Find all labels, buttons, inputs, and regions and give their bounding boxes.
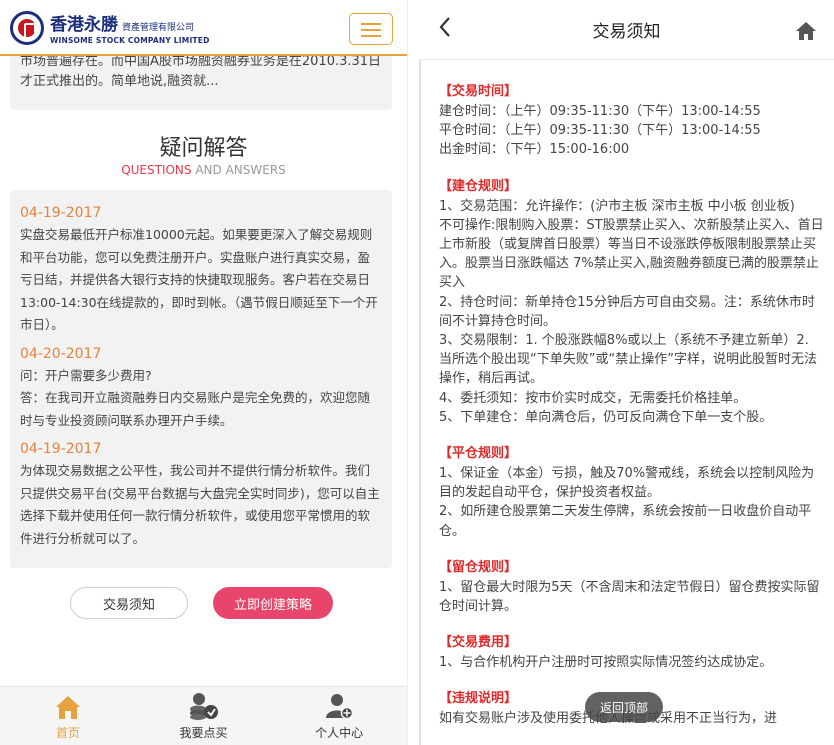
home-icon: [0, 692, 136, 720]
qa-text: 为体现交易数据之公平性，我公司并不提供行情分析软件。我们只提供交易平台(交易平台…: [20, 463, 380, 546]
create-strategy-button[interactable]: 立即创建策略: [213, 587, 333, 619]
section-line: 1、与合作机构开户注册时可按照实际情况签约达成协定。: [439, 655, 773, 671]
top-header: 香港永勝 資產管理有限公司 WINSOME STOCK COMPANY LIMIT…: [0, 0, 407, 56]
coins-icon: [136, 692, 272, 720]
logo-en-name: WINSOME STOCK COMPANY LIMITED: [50, 36, 210, 45]
company-logo[interactable]: 香港永勝 資產管理有限公司 WINSOME STOCK COMPANY LIMIT…: [10, 10, 210, 45]
section-title: 【平仓规则】: [439, 446, 518, 462]
user-icon: [271, 692, 407, 720]
back-to-top-button[interactable]: 返回顶部: [585, 692, 663, 722]
qa-item: 04-19-2017 实盘交易最低开户标准10000元起。如果要更深入了解交易规…: [20, 202, 382, 337]
tab-profile-label: 个人中心: [315, 726, 364, 740]
section-line: 1、留仓最大时限为5天（不含周末和法定节假日）留仓费按实际留仓时间计算。: [439, 579, 820, 615]
tab-buy-label: 我要点买: [179, 726, 228, 740]
section-line: 3、交易限制：1. 个股涨跌幅8%或以上（系统不予建立新单）2. 当所选个股出现…: [439, 333, 817, 387]
trading-rules-screen: 交易须知 【交易时间】 建仓时间：（上午）09:35-11:30（下午）13:0…: [419, 0, 834, 745]
section-line: 4、委托须知：按市价实时成交，无需委托价格挂单。: [439, 390, 747, 406]
qa-title: 疑问解答: [159, 136, 248, 161]
section-line: 1、保证金（本金）亏损，触及70%警戒线，系统会以控制风险为目的发起自动平仓，保…: [439, 466, 815, 501]
page-title: 交易须知: [592, 22, 661, 42]
section-title: 【交易时间】: [439, 84, 518, 99]
qa-date: 04-20-2017: [20, 345, 102, 362]
tab-home-label: 首页: [55, 726, 80, 740]
tab-buy[interactable]: 我要点买: [136, 687, 272, 745]
section-line: 5、下单建仓：单向满仓后，仍可反向满仓下单一支个股。: [439, 409, 773, 425]
qa-subtitle: QUESTIONS AND ANSWERS: [121, 163, 286, 177]
rules-section: 【建仓规则】 1、交易范围：允许操作：(沪市主板 深市主板 中小板 创业板) 不…: [439, 177, 824, 427]
tab-profile[interactable]: 个人中心: [271, 687, 407, 745]
bottom-tabbar: 首页 我要点买 个人中心: [0, 686, 407, 745]
rules-section: 【交易时间】 建仓时间：（上午）09:35-11:30（下午）13:00-14:…: [439, 82, 824, 160]
rules-content: 【交易时间】 建仓时间：（上午）09:35-11:30（下午）13:00-14:…: [419, 60, 834, 745]
section-line: 建仓时间：（上午）09:35-11:30（下午）13:00-14:55: [439, 104, 761, 119]
qa-item: 04-20-2017 问：开户需要多少费用? 答：在我司开立融资融券日内交易账户…: [20, 343, 382, 433]
rules-section: 【交易费用】 1、与合作机构开户注册时可按照实际情况签约达成协定。: [439, 633, 824, 672]
section-line: 平仓时间：（上午）09:35-11:30（下午）13:00-14:55: [439, 123, 761, 139]
back-button[interactable]: [431, 16, 459, 44]
home-button[interactable]: [794, 20, 818, 44]
section-title: 【留仓规则】: [439, 559, 518, 575]
rules-section: 【留仓规则】 1、留仓最大时限为5天（不含周末和法定节假日）留仓费按实际留仓时间…: [439, 558, 824, 616]
rules-section: 【平仓规则】 1、保证金（本金）亏损，触及70%警戒线，系统会以控制风险为目的发…: [439, 444, 824, 541]
section-line: 1、交易范围：允许操作：(沪市主板 深市主板 中小板 创业板): [439, 198, 795, 214]
section-line: 不可操作:限制购入股票：ST股票禁止买入、次新股禁止买入、首日上市新股（或复牌首…: [439, 217, 824, 291]
qa-text: 问：开户需要多少费用? 答：在我司开立融资融券日内交易账户是完全免费的，欢迎您随…: [20, 367, 371, 428]
hamburger-icon: [361, 23, 381, 25]
section-line: 2、持仓时间：新单持仓15分钟后方可自由交易。注：系统休市时间不计算持仓时间。: [439, 294, 815, 329]
qa-text: 实盘交易最低开户标准10000元起。如果要更深入了解交易规则和平台功能，您可以免…: [20, 227, 378, 332]
panel-divider: [407, 0, 419, 745]
logo-cn-name: 香港永勝: [50, 15, 118, 35]
qa-item: 04-19-2017 为体现交易数据之公平性，我公司并不提供行情分析软件。我们只…: [20, 438, 382, 550]
intro-text: 市场普遍存在。而中国A股市场融资融券业务是在2010.3.31日才正式推出的。简…: [20, 54, 382, 89]
menu-button[interactable]: [349, 13, 393, 45]
section-line: 出金时间：（下午）15:00-16:00: [439, 142, 630, 158]
qa-card: 04-19-2017 实盘交易最低开户标准10000元起。如果要更深入了解交易规…: [10, 190, 392, 568]
section-title: 【交易费用】: [439, 635, 518, 651]
trading-rules-button[interactable]: 交易须知: [70, 587, 188, 619]
logo-cn-sub: 資產管理有限公司: [122, 23, 195, 33]
chevron-left-icon: [439, 17, 450, 37]
tab-home[interactable]: 首页: [0, 687, 136, 745]
home-screen: 市场普遍存在。而中国A股市场融资融券业务是在2010.3.31日才正式推出的。简…: [0, 0, 407, 745]
logo-emblem-icon: [10, 10, 44, 45]
qa-date: 04-19-2017: [20, 441, 102, 457]
section-line: 2、如所建仓股票第二天发生停牌，系统会按前一日收盘价自动平仓。: [439, 504, 812, 539]
home-icon: [796, 21, 816, 40]
nav-header: 交易须知: [419, 0, 834, 60]
qa-date: 04-19-2017: [20, 205, 102, 221]
section-title: 【建仓规则】: [439, 178, 518, 194]
